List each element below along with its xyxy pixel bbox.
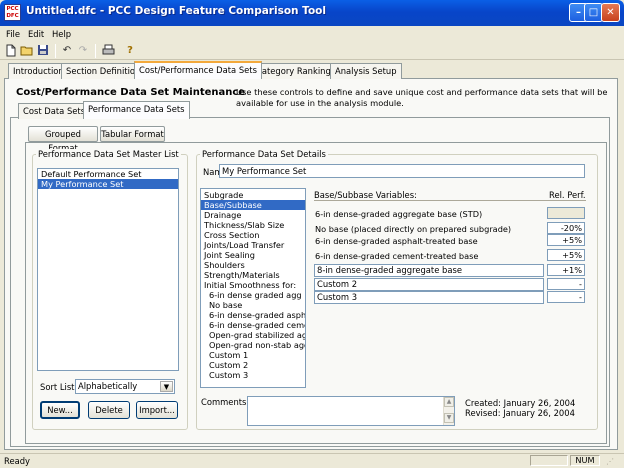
category-item[interactable]: Joints/Load Transfer	[201, 240, 305, 250]
category-item[interactable]: Open-grad stabilized agg	[201, 330, 305, 340]
tab-analysis-setup[interactable]: Analysis Setup	[330, 63, 402, 79]
sort-list-value: Alphabetically	[78, 381, 138, 391]
chevron-down-icon[interactable]: ▼	[160, 381, 173, 392]
revised-date: Revised: January 26, 2004	[465, 408, 575, 418]
variable-label: No base (placed directly on prepared sub…	[315, 224, 512, 234]
scroll-down-icon[interactable]: ▼	[444, 413, 454, 423]
master-list-label: Performance Data Set Master List	[36, 149, 181, 159]
category-item[interactable]: Open-grad non-stab agg	[201, 340, 305, 350]
rel-perf-input[interactable]: +5%	[547, 249, 585, 261]
comments-textarea[interactable]	[247, 396, 455, 426]
tab-cost-data-sets[interactable]: Cost Data Sets	[18, 103, 91, 119]
category-item[interactable]: 6-in dense-graded asphalt	[201, 310, 305, 320]
open-folder-icon[interactable]	[20, 44, 34, 58]
status-text: Ready	[4, 456, 30, 466]
delete-button[interactable]: Delete	[88, 401, 130, 419]
resize-grip-icon[interactable]: ⋰	[606, 457, 620, 467]
category-item[interactable]: Custom 3	[201, 370, 305, 380]
rel-perf-input[interactable]: -20%	[547, 222, 585, 234]
menu-edit[interactable]: Edit	[28, 26, 44, 42]
category-item[interactable]: Initial Smoothness for:	[201, 280, 305, 290]
variable-label: 6-in dense-graded aggregate base (STD)	[315, 209, 483, 219]
category-item[interactable]: Drainage	[201, 210, 305, 220]
rel-perf-input[interactable]: +5%	[547, 234, 585, 246]
rel-perf-header: Rel. Perf.	[549, 190, 586, 200]
variables-divider	[314, 200, 586, 201]
app-icon: PCC DFC	[4, 4, 21, 21]
category-item[interactable]: Base/Subbase	[201, 200, 305, 210]
new-file-icon[interactable]	[4, 44, 18, 58]
tab-tabular-format[interactable]: Tabular Format	[100, 126, 165, 142]
category-item[interactable]: No base	[201, 300, 305, 310]
comments-scrollbar[interactable]: ▲ ▼	[443, 397, 454, 425]
variable-name-input[interactable]: Custom 3	[314, 291, 544, 304]
new-button[interactable]: New...	[40, 401, 80, 419]
page-title: Cost/Performance Data Set Maintenance	[16, 87, 246, 98]
import-button[interactable]: Import...	[136, 401, 178, 419]
category-item[interactable]: Strength/Materials	[201, 270, 305, 280]
help-question-icon[interactable]: ?	[123, 44, 137, 58]
toolbar	[0, 42, 624, 60]
list-item[interactable]: My Performance Set	[38, 179, 178, 189]
created-date: Created: January 26, 2004	[465, 398, 576, 408]
category-item[interactable]: Joint Sealing	[201, 250, 305, 260]
category-item[interactable]: Shoulders	[201, 260, 305, 270]
window-title: Untitled.dfc - PCC Design Feature Compar…	[26, 5, 326, 17]
comments-label: Comments:	[201, 397, 250, 407]
list-item[interactable]: Default Performance Set	[38, 169, 178, 179]
rel-perf-input[interactable]: -	[547, 278, 585, 290]
toolbar-separator	[95, 44, 96, 58]
tab-category-rankings[interactable]: Category Rankings	[251, 63, 341, 79]
category-item[interactable]: 6-in dense-graded cement	[201, 320, 305, 330]
category-item[interactable]: 6-in dense graded agg	[201, 290, 305, 300]
tab-cost-performance[interactable]: Cost/Performance Data Sets	[134, 61, 262, 79]
category-item[interactable]: Cross Section	[201, 230, 305, 240]
variable-name-input[interactable]: 8-in dense-graded aggregate base	[314, 264, 544, 277]
toolbar-separator	[55, 44, 56, 58]
sort-list-label: Sort List:	[40, 382, 78, 392]
scroll-up-icon[interactable]: ▲	[444, 397, 454, 407]
undo-icon[interactable]: ↶	[60, 44, 74, 58]
menu-file[interactable]: File	[6, 26, 20, 42]
rel-perf-input	[547, 207, 585, 219]
tab-performance-data-sets[interactable]: Performance Data Sets	[83, 101, 190, 119]
rel-perf-input[interactable]: +1%	[547, 264, 585, 276]
variable-label: 6-in dense-graded asphalt-treated base	[315, 236, 478, 246]
variable-label: 6-in dense-graded cement-treated base	[315, 251, 479, 261]
menu-bar	[0, 26, 624, 42]
tab-grouped-format[interactable]: Grouped Format	[28, 126, 98, 153]
status-num: NUM	[570, 455, 600, 466]
variables-header: Base/Subbase Variables:	[314, 190, 417, 200]
status-pane-empty	[530, 455, 568, 466]
variable-name-input[interactable]: Custom 2	[314, 278, 544, 291]
tab-introduction[interactable]: Introduction	[8, 63, 69, 79]
category-item[interactable]: Custom 1	[201, 350, 305, 360]
tab-section-definition[interactable]: Section Definition	[61, 63, 146, 79]
details-label: Performance Data Set Details	[200, 149, 328, 159]
redo-icon[interactable]: ↷	[76, 44, 90, 58]
close-icon[interactable]: ✕	[601, 3, 620, 22]
section-description: Use these controls to define and save un…	[236, 87, 608, 108]
print-icon[interactable]	[101, 44, 115, 58]
category-item[interactable]: Custom 2	[201, 360, 305, 370]
menu-help[interactable]: Help	[52, 26, 71, 42]
category-list[interactable]: Subgrade Base/Subbase Drainage Thickness/Sl…	[200, 188, 306, 388]
sort-list-select[interactable]: Alphabetically ▼	[75, 379, 175, 394]
save-disk-icon[interactable]	[36, 44, 50, 58]
category-item[interactable]: Subgrade	[201, 190, 305, 200]
master-list[interactable]: Default Performance Set My Performance Se…	[37, 168, 179, 371]
category-item[interactable]: Thickness/Slab Size	[201, 220, 305, 230]
rel-perf-input[interactable]: -	[547, 291, 585, 303]
name-input[interactable]: My Performance Set	[219, 164, 585, 178]
